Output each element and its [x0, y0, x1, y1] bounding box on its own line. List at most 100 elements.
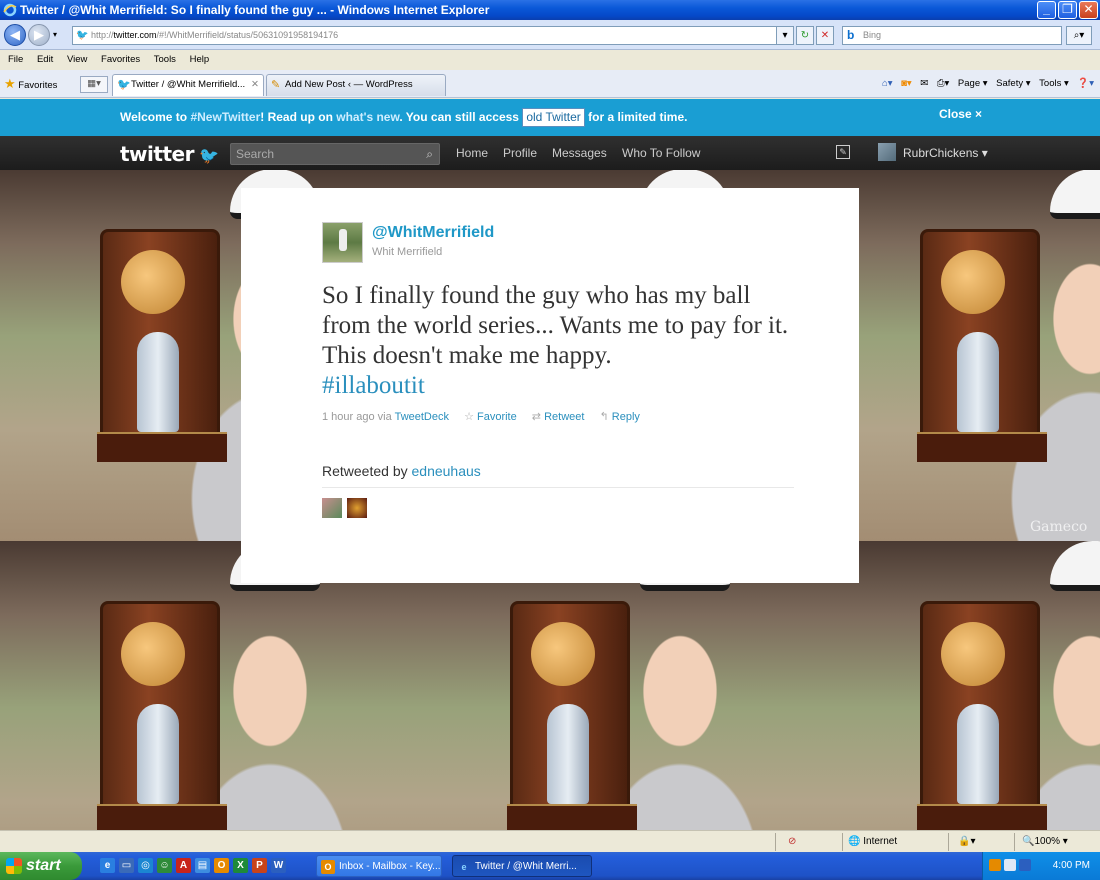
print-icon[interactable]: ⎙▾	[937, 78, 949, 89]
bing-search-input[interactable]: b Bing	[842, 26, 1062, 45]
browser-quicklaunch-icon[interactable]: ◎	[138, 858, 153, 873]
twitter-favicon-icon: 🐦	[76, 30, 89, 41]
minimize-button[interactable]: _	[1037, 1, 1056, 19]
compose-tweet-icon[interactable]: ✎	[836, 145, 850, 159]
forward-button[interactable]: ▶	[28, 24, 50, 46]
taskbar-item-ie[interactable]: e Twitter / @Whit Merri...	[452, 855, 592, 877]
background-photo	[410, 541, 820, 830]
refresh-icon[interactable]: ↻	[796, 26, 814, 45]
retweeted-by-user-link[interactable]: edneuhaus	[412, 463, 481, 479]
nav-home[interactable]: Home	[456, 146, 488, 160]
zoom-icon: 🔍	[1022, 836, 1035, 847]
protected-mode-icon[interactable]: 🔒▾	[958, 831, 975, 852]
zoom-control[interactable]: 🔍100% ▾	[1022, 831, 1068, 852]
author-avatar[interactable]	[322, 222, 363, 263]
nav-messages[interactable]: Messages	[552, 146, 607, 160]
whats-new-link[interactable]: what's new	[336, 110, 399, 124]
retweet-action[interactable]: ⇄ Retweet	[532, 411, 585, 423]
tweet-source-link[interactable]: TweetDeck	[395, 411, 449, 423]
tray-audio-icon[interactable]	[1019, 859, 1031, 871]
security-zone[interactable]: 🌐 Internet	[848, 831, 897, 852]
window-title-bar[interactable]: Twitter / @Whit Merrifield: So I finally…	[0, 0, 1100, 20]
address-bar[interactable]: 🐦 http://twitter.com/#!/WhitMerrifield/s…	[72, 26, 792, 45]
messenger-quicklaunch-icon[interactable]: ☺	[157, 858, 172, 873]
retweet-icon: ⇄	[531, 411, 545, 423]
favorites-button[interactable]: ★ Favorites	[4, 76, 57, 93]
zone-label: Internet	[863, 836, 898, 847]
reply-action[interactable]: ↰ Reply	[600, 411, 640, 423]
retweeter-avatar[interactable]	[347, 498, 367, 518]
favorite-action[interactable]: ☆ Favorite	[464, 411, 517, 423]
author-handle[interactable]: @WhitMerrifield	[372, 224, 494, 242]
ie-quicklaunch-icon[interactable]: e	[100, 858, 115, 873]
tab-close-icon[interactable]: ✕	[251, 75, 259, 95]
command-bar: ⌂▾ ◙▾ ✉ ⎙▾ Page ▾ Safety ▾ Tools ▾ ❓▾	[876, 76, 1094, 91]
menu-view[interactable]: View	[67, 54, 87, 65]
tweet-text: So I finally found the guy who has my ba…	[322, 281, 792, 401]
background-photo	[820, 169, 1100, 541]
maximize-button[interactable]: ❐	[1058, 1, 1077, 19]
menu-favorites[interactable]: Favorites	[101, 54, 140, 65]
address-protocol: http://	[91, 30, 114, 40]
tweet-timestamp[interactable]: 1 hour ago via	[322, 411, 395, 423]
window-quicklaunch-icon[interactable]: ▤	[195, 858, 210, 873]
tools-menu[interactable]: Tools ▾	[1039, 78, 1069, 89]
privacy-icon[interactable]: ⊘	[788, 831, 796, 852]
tab-wordpress[interactable]: ✎ Add New Post ‹ — WordPress	[266, 74, 446, 96]
tab-label: Add New Post ‹ — WordPress	[285, 79, 413, 90]
address-path: /#!/WhitMerrifield/status/50631091958194…	[156, 30, 339, 40]
menu-edit[interactable]: Edit	[37, 54, 53, 65]
stop-icon[interactable]: ✕	[816, 26, 834, 45]
old-twitter-button[interactable]: old Twitter	[522, 108, 585, 127]
close-window-button[interactable]: ✕	[1079, 1, 1098, 19]
zoom-level: 100%	[1034, 836, 1061, 847]
safety-menu[interactable]: Safety ▾	[996, 78, 1030, 89]
new-twitter-welcome-bar: Welcome to #NewTwitter! Read up on what'…	[0, 99, 1100, 136]
newtwitter-hashtag-link[interactable]: #NewTwitter	[190, 110, 260, 124]
favorites-label: Favorites	[18, 80, 58, 91]
menu-help[interactable]: Help	[190, 54, 210, 65]
menu-tools[interactable]: Tools	[154, 54, 176, 65]
outlook-quicklaunch-icon[interactable]: O	[214, 858, 229, 873]
outlook-icon: O	[321, 860, 335, 874]
excel-quicklaunch-icon[interactable]: X	[233, 858, 248, 873]
recent-pages-dropdown[interactable]: ▾	[53, 30, 57, 39]
ie-icon: e	[461, 862, 467, 872]
menu-file[interactable]: File	[8, 54, 23, 65]
nav-who-to-follow[interactable]: Who To Follow	[622, 146, 700, 160]
taskbar-item-outlook[interactable]: O Inbox - Mailbox - Key...	[316, 855, 442, 877]
twitter-logo[interactable]: twitter 🐦	[120, 142, 219, 166]
welcome-close-button[interactable]: Close ×	[939, 99, 982, 133]
tweet-hashtag-link[interactable]: #illaboutit	[322, 371, 792, 401]
tray-network-icon[interactable]	[1004, 859, 1016, 871]
powerpoint-quicklaunch-icon[interactable]: P	[252, 858, 267, 873]
feeds-icon[interactable]: ◙▾	[901, 78, 912, 89]
task-label: Twitter / @Whit Merri...	[475, 861, 577, 872]
account-menu[interactable]: RubrChickens ▾	[878, 143, 988, 161]
author-real-name: Whit Merrifield	[372, 246, 443, 258]
address-dropdown-button[interactable]: ▾	[776, 26, 794, 45]
search-go-button[interactable]: ⌕▾	[1066, 26, 1092, 45]
nav-profile[interactable]: Profile	[503, 146, 537, 160]
start-button[interactable]: start	[0, 852, 82, 880]
search-icon[interactable]: ⌕	[426, 144, 433, 164]
clock[interactable]: 4:00 PM	[1053, 852, 1090, 880]
tab-twitter[interactable]: 🐦 Twitter / @Whit Merrifield... ✕	[112, 74, 264, 96]
retweeter-avatar[interactable]	[322, 498, 342, 518]
page-menu[interactable]: Page ▾	[958, 78, 988, 89]
back-button[interactable]: ◀	[4, 24, 26, 46]
acrobat-quicklaunch-icon[interactable]: A	[176, 858, 191, 873]
system-tray: 4:00 PM	[982, 852, 1100, 880]
mail-icon[interactable]: ✉	[920, 78, 928, 89]
help-icon[interactable]: ❓▾	[1077, 78, 1094, 89]
word-quicklaunch-icon[interactable]: W	[271, 858, 286, 873]
home-icon[interactable]: ⌂▾	[882, 78, 893, 89]
tray-outlook-icon[interactable]	[989, 859, 1001, 871]
search-placeholder: Search	[236, 147, 275, 161]
star-icon: ☆	[464, 411, 477, 423]
welcome-text: ! Read up on	[260, 110, 337, 124]
quick-tabs-icon[interactable]: ▦▾	[80, 76, 108, 93]
show-desktop-icon[interactable]: ▭	[119, 858, 134, 873]
twitter-bird-icon: 🐦	[193, 146, 219, 165]
twitter-search-input[interactable]: Search ⌕	[230, 143, 440, 165]
